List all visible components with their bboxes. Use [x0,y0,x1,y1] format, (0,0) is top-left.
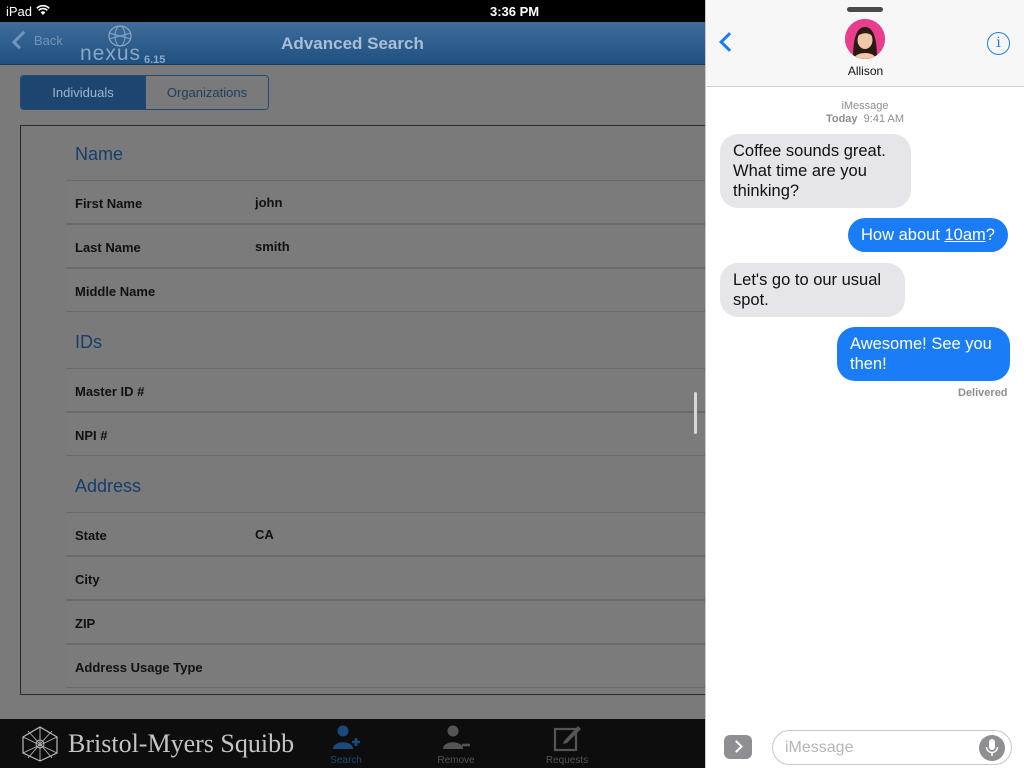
state-field[interactable]: State CA [66,512,705,556]
tab-label: Remove [437,755,475,766]
master-id-field[interactable]: Master ID # [66,368,705,412]
page-title: Advanced Search [281,34,424,53]
brand-name: Bristol-Myers Squibb [68,729,295,758]
bms-mark-icon [22,726,58,762]
avatar[interactable] [845,19,885,59]
conversation-header: Allison i [706,0,1024,87]
time-link[interactable]: 10am [944,226,985,244]
city-field[interactable]: City [66,556,705,600]
contact-photo-icon [845,19,885,59]
compose-bar: iMessage [706,720,1024,768]
address-usage-type-field[interactable]: Address Usage Type [66,644,705,688]
tab-remove[interactable]: Remove [421,723,491,766]
message-bubble[interactable]: Awesome! See you then! [837,327,1010,381]
delivery-status: Delivered [958,387,1008,399]
field-value: smith [255,239,290,254]
middle-name-field[interactable]: Middle Name [66,268,705,312]
microphone-icon[interactable] [979,735,1005,761]
message-input-placeholder: iMessage [785,738,854,756]
brand-logo: Bristol-Myers Squibb [20,725,294,763]
field-label: Middle Name [75,284,156,299]
tab-search[interactable]: Search [311,723,381,766]
tab-bar: Bristol-Myers Squibb Search Remove Reque… [0,719,705,768]
segment-organizations[interactable]: Organizations [145,76,268,109]
field-label: Address Usage Type [75,660,203,675]
tab-label: Requests [545,755,589,766]
search-form: Name First Name john Last Name smith Mid… [20,125,705,695]
field-label: Master ID # [75,384,145,399]
first-name-field[interactable]: First Name john [66,180,705,224]
field-label: First Name [75,196,143,211]
message-bubble[interactable]: Coffee sounds great. What time are you t… [720,134,911,208]
field-value: CA [255,527,274,542]
person-remove-icon [443,725,470,749]
search-type-segmented-control: Individuals Organizations [20,75,269,110]
field-label: Last Name [75,240,141,255]
clock: 3:36 PM [490,4,540,19]
tab-requests[interactable]: Requests [532,723,602,766]
section-title-ids: IDs [75,332,102,352]
field-value: john [255,195,283,210]
field-label: ZIP [75,616,96,631]
scrollbar-thumb[interactable] [694,392,697,434]
field-label: NPI # [75,428,108,443]
message-input[interactable]: iMessage [772,730,1012,765]
info-icon[interactable]: i [987,32,1010,55]
message-bubble[interactable]: Let's go to our usual spot. [720,263,905,317]
contact-name: Allison [847,64,884,78]
segment-individuals[interactable]: Individuals [21,76,145,109]
tab-label: Search [330,755,362,766]
person-add-icon [333,725,360,749]
back-button[interactable] [716,30,740,54]
wifi-icon [36,4,50,15]
nav-bar: Back nexus 6.15 Advanced Search [0,22,705,66]
last-name-field[interactable]: Last Name smith [66,224,705,268]
messages-slideover: Allison i iMessage Today 9:41 AM Coffee … [705,0,1024,768]
status-bar: iPad 3:36 PM [0,0,705,22]
device-label: iPad [6,4,33,19]
date-label: Today [825,113,858,125]
nexus-app: Back nexus 6.15 Advanced Search Individu… [0,22,705,768]
field-label: City [75,572,100,587]
timestamp: Today 9:41 AM [706,113,1024,125]
npi-field[interactable]: NPI # [66,412,705,456]
message-text: ? [985,226,995,244]
app-drawer-button[interactable] [724,735,752,759]
compose-icon [553,726,581,752]
app-version: 6.15 [144,54,166,66]
message-text: How about [861,226,945,244]
message-bubble[interactable]: How about 10am? [848,218,1008,252]
slideover-grabber[interactable] [847,7,883,12]
time-label: 9:41 AM [863,113,905,125]
zip-field[interactable]: ZIP [66,600,705,644]
section-title-address: Address [75,476,142,496]
service-label: iMessage [841,100,889,112]
section-title-name: Name [75,144,124,164]
field-label: State [75,528,107,543]
